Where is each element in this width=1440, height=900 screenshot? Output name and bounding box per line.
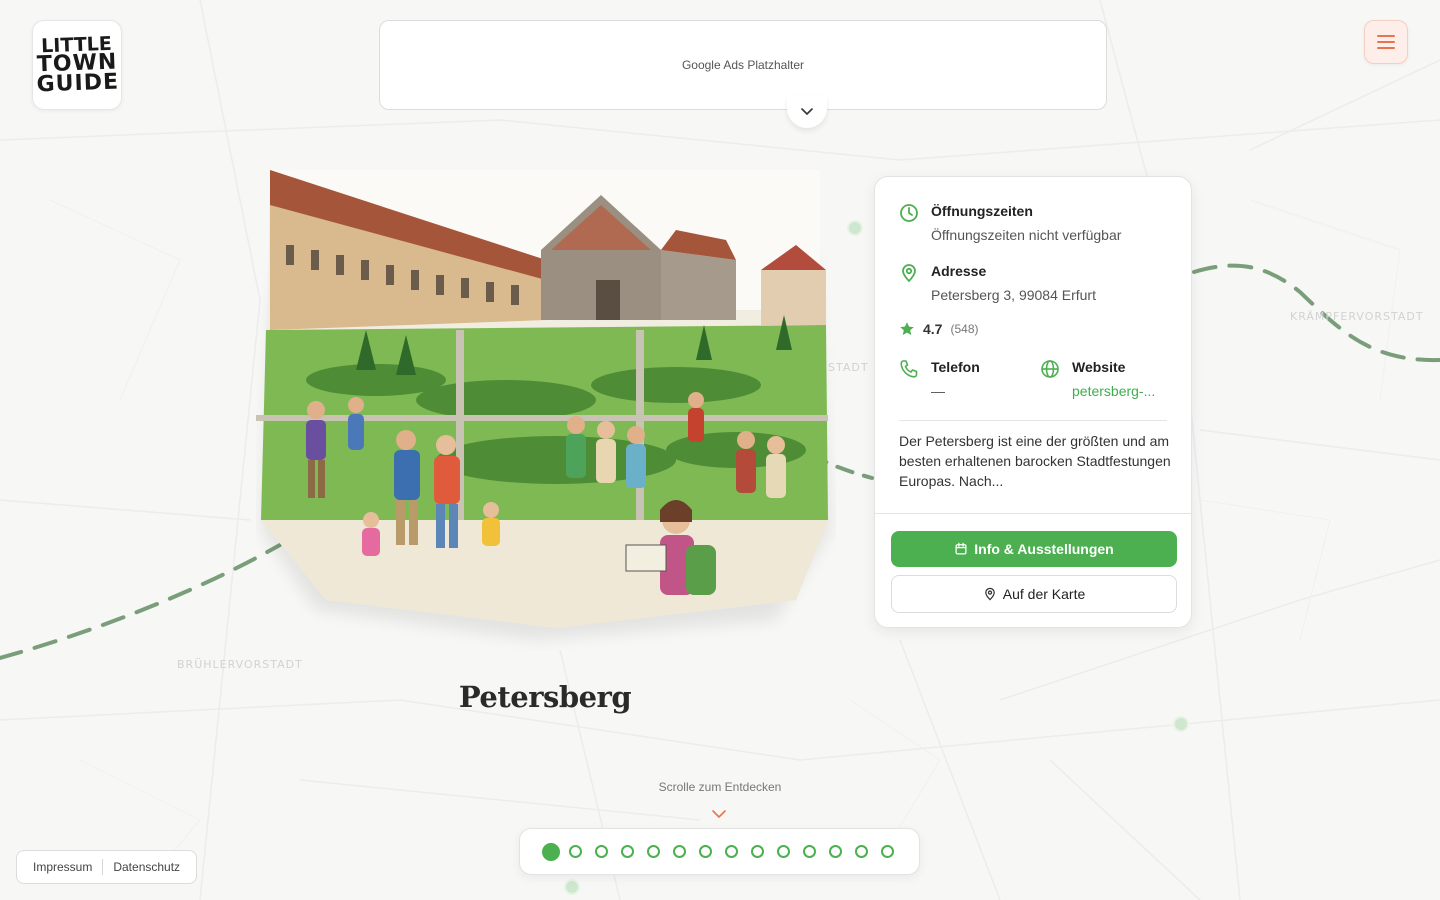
pagination-dot[interactable] [751, 845, 764, 858]
footer-links: Impressum Datenschutz [16, 850, 198, 884]
address-row: Adresse Petersberg 3, 99084 Erfurt [899, 263, 1096, 303]
info-exhibitions-button[interactable]: Info & Ausstellungen [891, 531, 1177, 567]
phone-value: — [931, 383, 945, 399]
place-illustration [256, 170, 831, 640]
menu-button[interactable] [1364, 20, 1408, 64]
phone-label: Telefon [931, 359, 980, 375]
map-poi-dot [564, 879, 580, 895]
map-label-bruehlervorstadt: BRÜHLERVORSTADT [177, 658, 303, 671]
pagination-dot[interactable] [855, 845, 868, 858]
card-divider [875, 513, 1191, 514]
place-description: Der Petersberg ist eine der größten und … [899, 433, 1171, 489]
pagination-dot[interactable] [569, 845, 582, 858]
site-logo[interactable]: LITTLE TOWN GUIDE [32, 20, 122, 110]
website-label: Website [1072, 359, 1126, 375]
ad-placeholder: Google Ads Platzhalter [379, 20, 1107, 110]
star-icon [900, 322, 914, 335]
calendar-icon [955, 542, 967, 555]
rating-value: 4.7 [923, 321, 943, 337]
impressum-link[interactable]: Impressum [33, 860, 92, 874]
place-info-card: Öffnungszeiten Öffnungszeiten nicht verf… [874, 176, 1192, 628]
rating-count: (548) [950, 322, 979, 336]
pagination-dot[interactable] [829, 845, 842, 858]
map-label-kraempfervorstadt: KRÄMPFERVORSTADT [1290, 310, 1424, 323]
scroll-hint: Scrolle zum Entdecken [658, 780, 782, 794]
datenschutz-link[interactable]: Datenschutz [113, 860, 180, 874]
pagination-dot[interactable] [725, 845, 738, 858]
footer-separator [102, 859, 104, 875]
chevron-down-icon [712, 810, 726, 818]
map-pin-icon [984, 587, 995, 601]
clock-icon [900, 204, 918, 222]
map-pin-icon [902, 264, 916, 283]
pagination-dot[interactable] [595, 845, 608, 858]
chevron-down-icon [801, 108, 813, 115]
map-poi-dot [847, 220, 863, 236]
map-poi-dot [1173, 716, 1189, 732]
pagination-dot[interactable] [647, 845, 660, 858]
website-link[interactable]: petersberg-... [1072, 383, 1155, 399]
phone-row: Telefon — [899, 359, 980, 399]
opening-hours-value: Öffnungszeiten nicht verfügbar [931, 227, 1122, 243]
card-divider [899, 420, 1167, 421]
pagination-dot[interactable] [881, 845, 894, 858]
pagination-dot[interactable] [803, 845, 816, 858]
hamburger-icon [1377, 35, 1395, 49]
place-title: Petersberg [458, 680, 632, 714]
pagination-dot[interactable] [673, 845, 686, 858]
rating-row: 4.7 (548) [899, 321, 978, 337]
logo-wordmark: LITTLE TOWN GUIDE [36, 32, 120, 97]
opening-hours-label: Öffnungszeiten [931, 203, 1033, 219]
pagination-dot[interactable] [777, 845, 790, 858]
show-on-map-label: Auf der Karte [1002, 586, 1086, 602]
info-exhibitions-label: Info & Ausstellungen [974, 541, 1114, 557]
pagination-dot[interactable] [621, 845, 634, 858]
website-row: Website petersberg-... [1040, 359, 1155, 399]
address-label: Adresse [931, 263, 987, 279]
pagination-dot[interactable] [542, 842, 560, 861]
show-on-map-button[interactable]: Auf der Karte [891, 575, 1177, 613]
pagination-dot[interactable] [699, 845, 712, 858]
place-pagination [519, 828, 920, 875]
globe-icon [1041, 360, 1059, 378]
opening-hours-row: Öffnungszeiten Öffnungszeiten nicht verf… [899, 203, 1121, 243]
address-value: Petersberg 3, 99084 Erfurt [931, 287, 1096, 303]
ad-placeholder-text: Google Ads Platzhalter [681, 58, 805, 72]
phone-icon [900, 360, 918, 378]
